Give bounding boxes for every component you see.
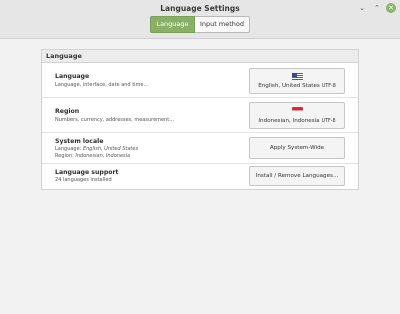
header-bar: Language Settings ⌄ ⌃ ✕ Language Input m… [0, 0, 400, 39]
language-value: English, United States [258, 83, 320, 89]
close-icon[interactable]: ✕ [386, 3, 396, 13]
panel-title: Language [42, 50, 358, 63]
id-flag-icon [292, 107, 303, 114]
region-select-button[interactable]: Indonesian, Indonesia UTF-8 [249, 102, 345, 129]
install-remove-languages-button[interactable]: Install / Remove Languages... [249, 166, 345, 186]
row-title: System locale [55, 138, 104, 145]
region-encoding: UTF-8 [321, 119, 336, 124]
us-flag-icon [292, 73, 303, 80]
row-title: Language support [55, 169, 119, 176]
row-subtitle: 24 languages installed [55, 177, 112, 183]
region-value: Indonesian, Indonesia [258, 118, 320, 124]
tab-language[interactable]: Language [150, 16, 195, 33]
language-encoding: UTF-8 [321, 84, 336, 89]
language-support-row: Language support 24 languages installed … [42, 164, 358, 189]
tab-input-method[interactable]: Input method [195, 16, 250, 33]
row-title: Language [55, 73, 90, 80]
minimize-icon[interactable]: ⌄ [357, 3, 367, 13]
language-row: Language Language, interface, date and t… [42, 64, 358, 98]
window-title: Language Settings [160, 4, 240, 13]
system-locale-region: Region: Indonesian, Indonesia [55, 152, 131, 159]
row-subtitle: Language, interface, date and time... [55, 82, 149, 88]
language-panel: Language Language Language, interface, d… [41, 49, 359, 190]
row-subtitle: Numbers, currency, addresses, measuremen… [55, 117, 174, 123]
row-title: Region [55, 108, 80, 115]
tab-bar: Language Input method [150, 16, 250, 33]
apply-system-wide-button[interactable]: Apply System-Wide [249, 137, 345, 159]
maximize-icon[interactable]: ⌃ [372, 3, 382, 13]
system-locale-row: System locale Language: English, United … [42, 133, 358, 164]
language-select-button[interactable]: English, United States UTF-8 [249, 68, 345, 94]
region-row: Region Numbers, currency, addresses, mea… [42, 98, 358, 133]
